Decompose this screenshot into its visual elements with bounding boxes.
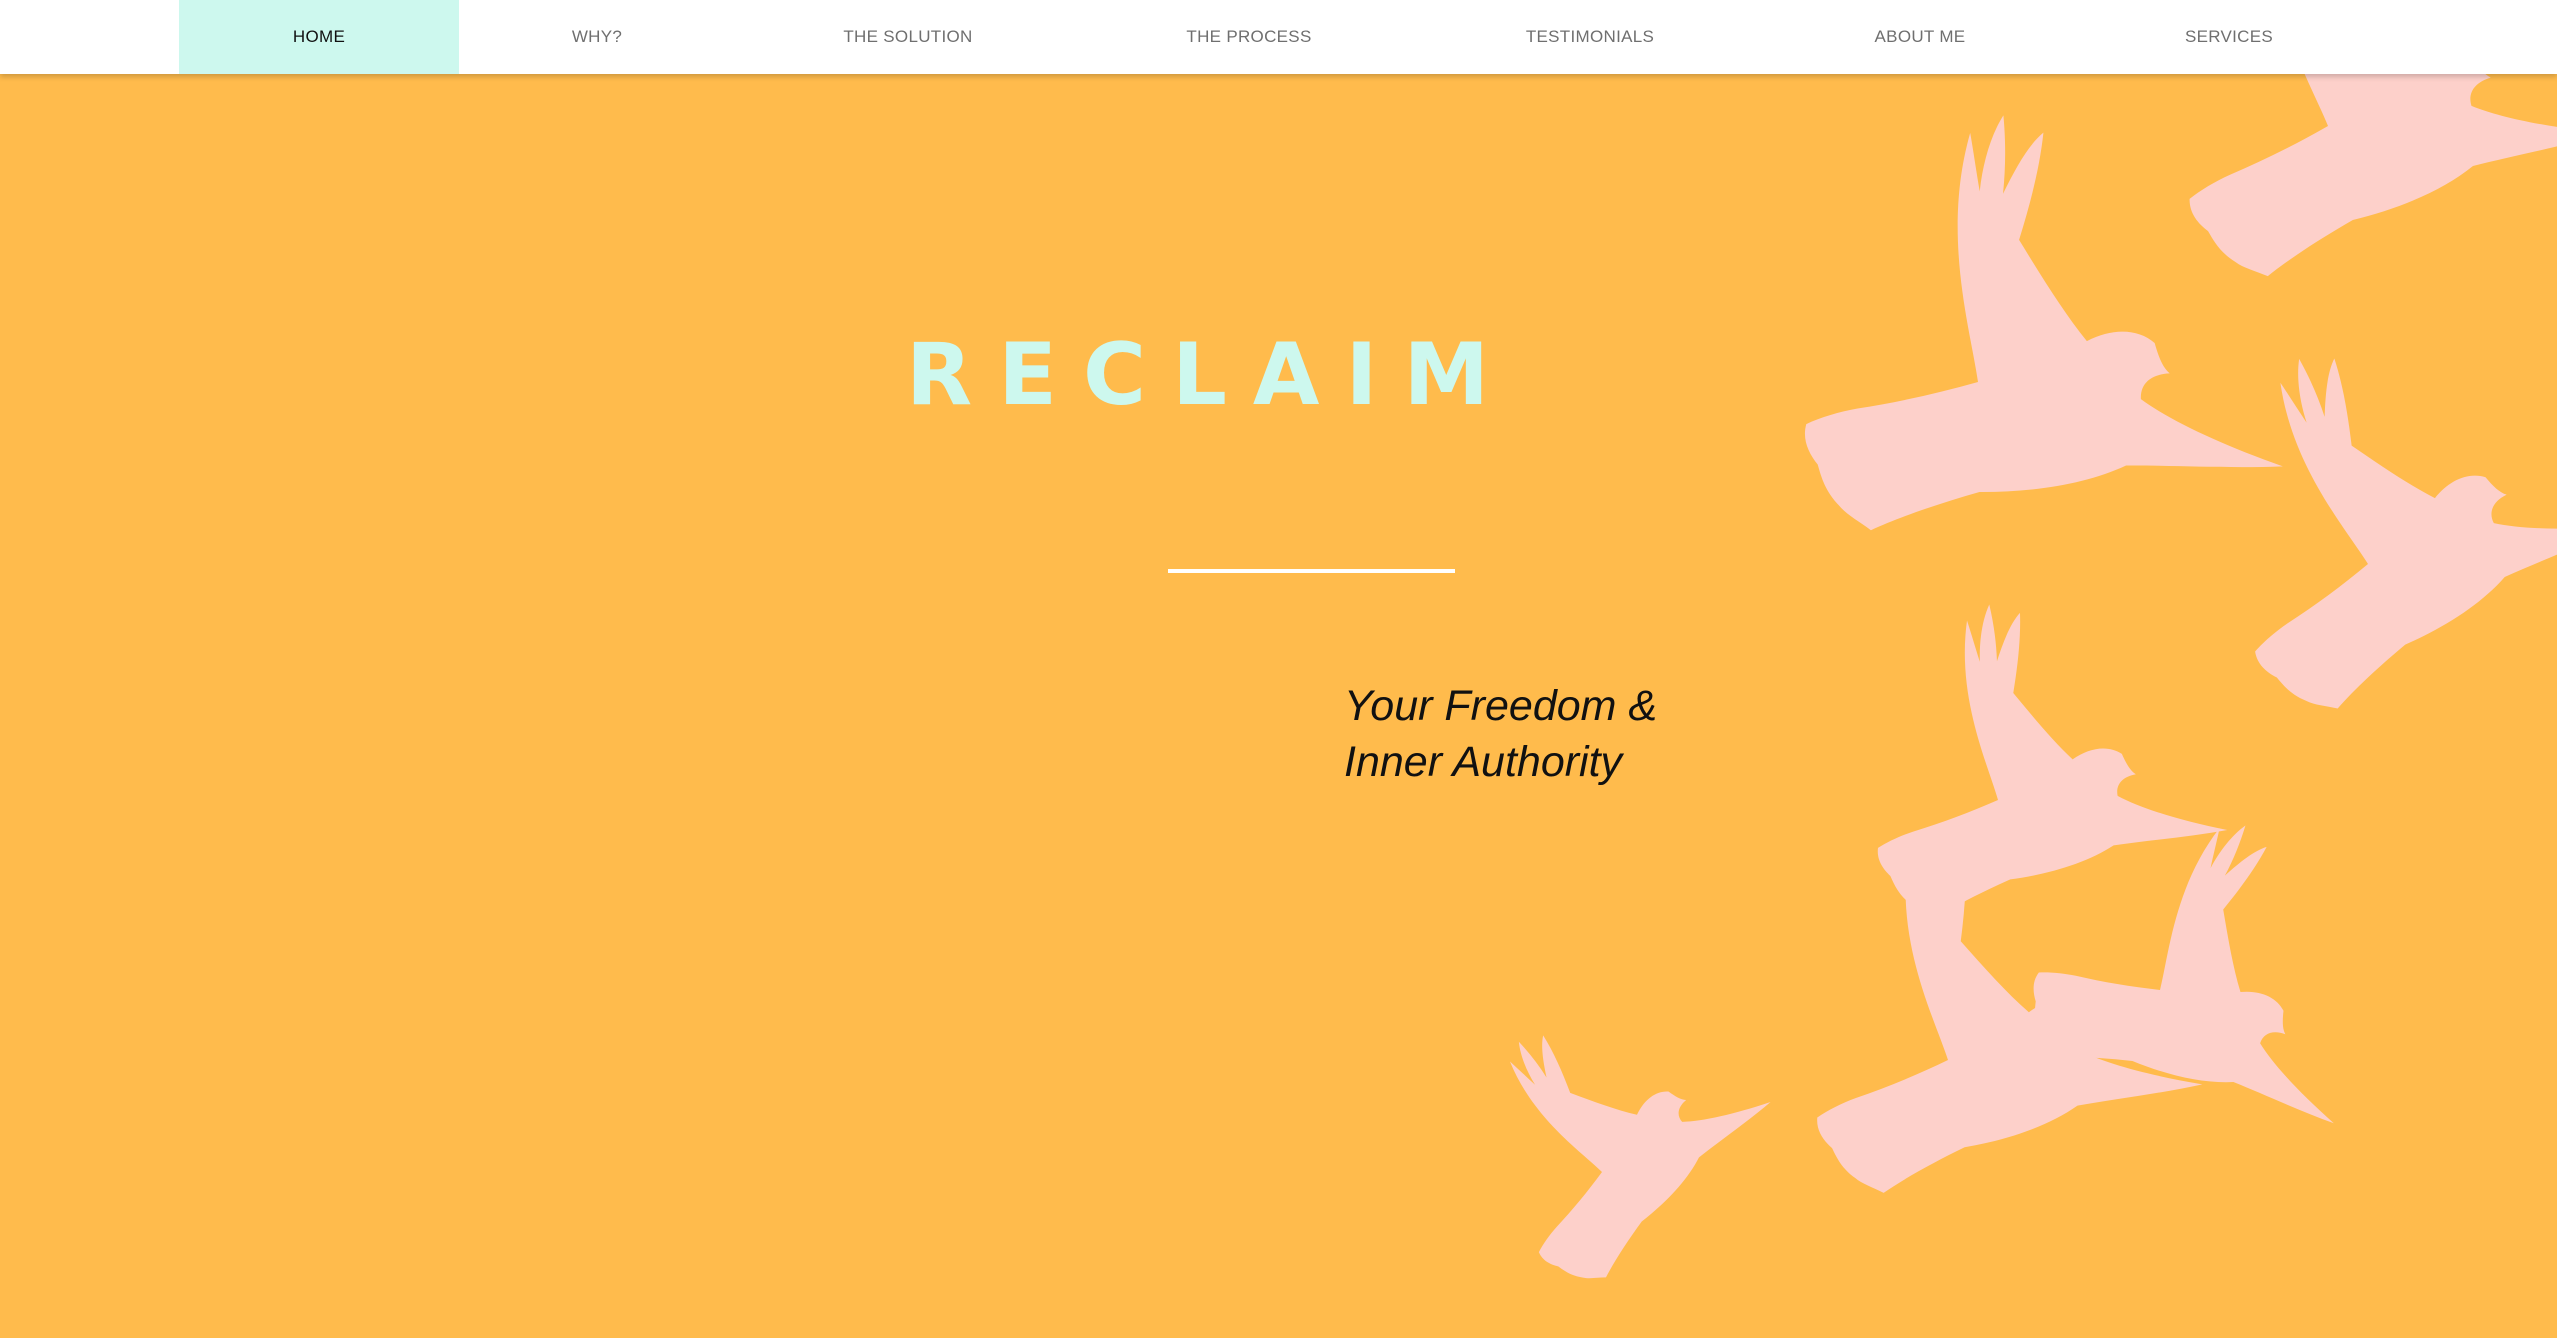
hero-tagline: Your Freedom & Inner Authority <box>1344 678 1657 790</box>
top-navigation: HOME WHY? THE SOLUTION THE PROCESS TESTI… <box>0 0 2557 74</box>
tagline-line-1: Your Freedom & <box>1344 682 1658 730</box>
hero-title: RECLAIM <box>906 325 1516 425</box>
title-divider <box>1168 569 1455 573</box>
tagline-line-2: Inner Authority <box>1344 738 1623 786</box>
nav-item-home[interactable]: HOME <box>179 0 459 74</box>
nav-item-about-me[interactable]: ABOUT ME <box>1810 0 2030 74</box>
hero-section <box>0 74 2557 1338</box>
nav-item-the-process[interactable]: THE PROCESS <box>1139 0 1359 74</box>
nav-item-testimonials[interactable]: TESTIMONIALS <box>1480 0 1700 74</box>
nav-item-services[interactable]: SERVICES <box>2119 0 2339 74</box>
nav-item-the-solution[interactable]: THE SOLUTION <box>798 0 1018 74</box>
nav-item-why[interactable]: WHY? <box>497 0 697 74</box>
